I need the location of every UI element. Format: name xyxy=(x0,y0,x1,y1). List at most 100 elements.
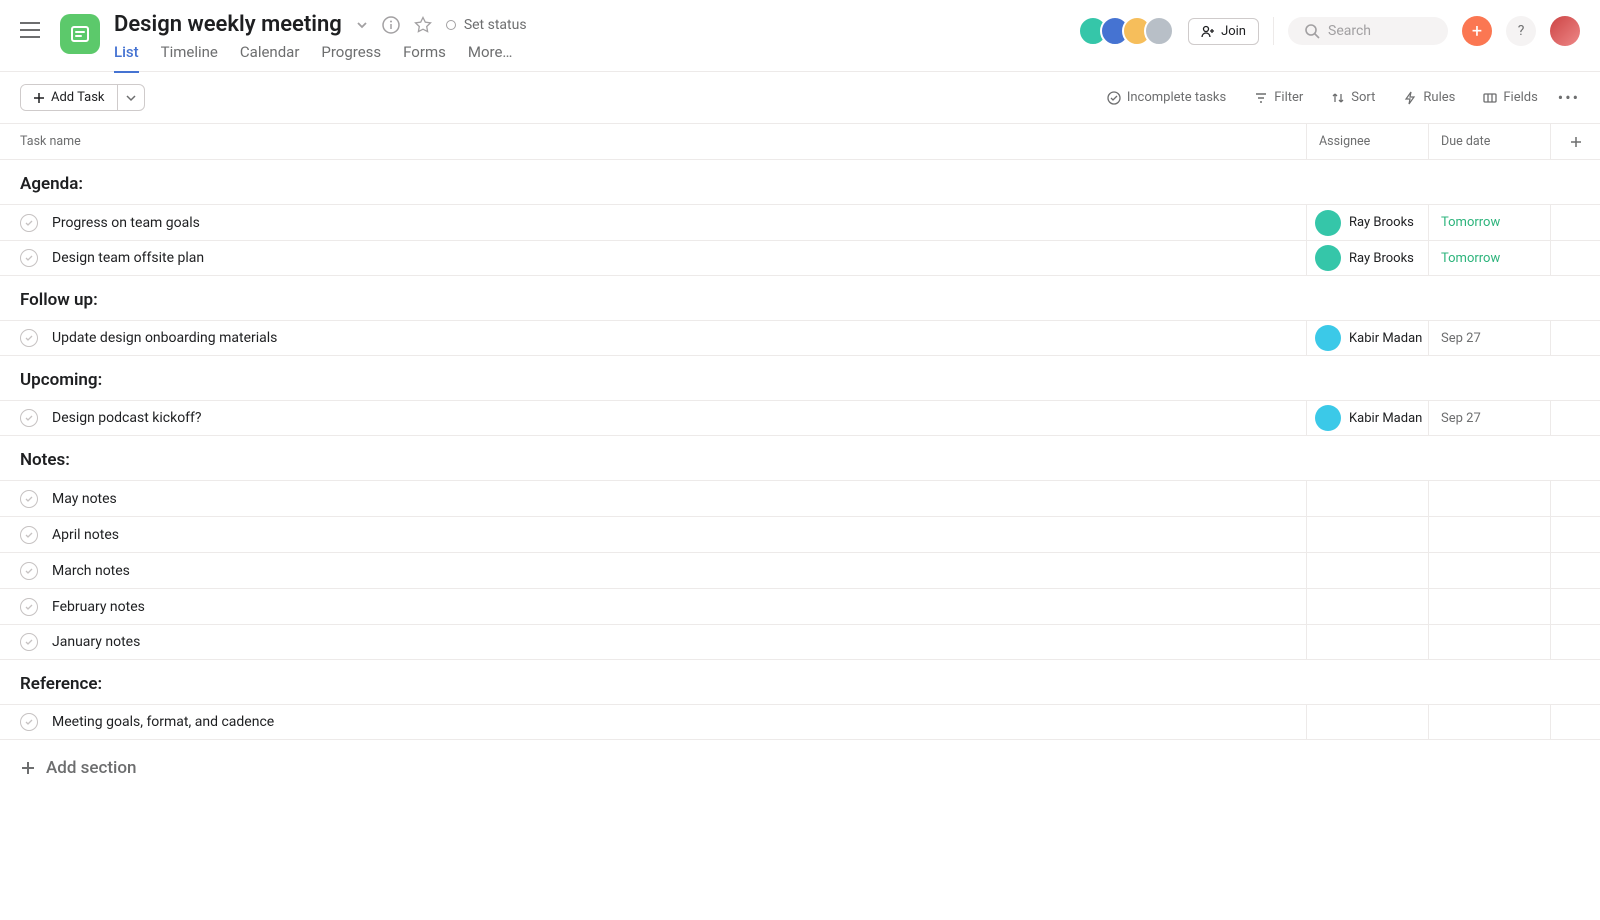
column-header-task[interactable]: Task name xyxy=(0,134,1306,149)
project-title[interactable]: Design weekly meeting xyxy=(114,12,342,37)
complete-checkbox[interactable] xyxy=(20,562,38,580)
complete-checkbox[interactable] xyxy=(20,598,38,616)
add-task-dropdown[interactable] xyxy=(117,85,144,110)
assignee-avatar xyxy=(1315,405,1341,431)
assignee-cell[interactable] xyxy=(1306,589,1428,624)
assignee-name: Ray Brooks xyxy=(1349,251,1414,266)
task-row[interactable]: March notes xyxy=(0,552,1600,588)
assignee-cell[interactable] xyxy=(1306,481,1428,516)
assignee-avatar xyxy=(1315,325,1341,351)
task-row[interactable]: April notes xyxy=(0,516,1600,552)
add-section-label: Add section xyxy=(46,758,137,778)
add-task-button[interactable]: Add Task xyxy=(21,85,117,110)
assignee-avatar xyxy=(1315,210,1341,236)
task-row[interactable]: Design team offsite plan Ray Brooks Tomorr… xyxy=(0,240,1600,276)
assignee-cell[interactable]: Ray Brooks xyxy=(1306,205,1428,240)
column-header-due[interactable]: Due date xyxy=(1428,124,1550,159)
toolbar-incomplete-tasks[interactable]: Incomplete tasks xyxy=(1099,86,1234,109)
due-date-cell[interactable]: Sep 27 xyxy=(1428,321,1550,355)
member-avatar[interactable] xyxy=(1144,16,1174,46)
section-header[interactable]: Notes: xyxy=(0,436,1600,480)
info-icon[interactable] xyxy=(382,16,400,34)
tab-list[interactable]: List xyxy=(114,43,139,73)
tab-forms[interactable]: Forms xyxy=(403,43,446,73)
add-section-button[interactable]: Add section xyxy=(0,740,1600,796)
due-date-cell[interactable] xyxy=(1428,589,1550,624)
hamburger-menu-icon[interactable] xyxy=(20,22,40,42)
complete-checkbox[interactable] xyxy=(20,713,38,731)
member-avatars[interactable] xyxy=(1078,16,1174,46)
task-name: Design podcast kickoff? xyxy=(52,410,202,426)
section-header[interactable]: Reference: xyxy=(0,660,1600,704)
assignee-cell[interactable]: Kabir Madan xyxy=(1306,321,1428,355)
assignee-cell[interactable] xyxy=(1306,553,1428,588)
due-date-cell[interactable]: Sep 27 xyxy=(1428,401,1550,435)
due-date-cell[interactable] xyxy=(1428,517,1550,552)
section-header[interactable]: Upcoming: xyxy=(0,356,1600,400)
complete-checkbox[interactable] xyxy=(20,409,38,427)
assignee-name: Ray Brooks xyxy=(1349,215,1414,230)
tab-more[interactable]: More… xyxy=(468,43,513,73)
help-button[interactable]: ? xyxy=(1506,16,1536,46)
complete-checkbox[interactable] xyxy=(20,526,38,544)
search-icon xyxy=(1304,23,1320,39)
complete-checkbox[interactable] xyxy=(20,490,38,508)
task-name: Design team offsite plan xyxy=(52,250,204,266)
extra-cell xyxy=(1550,705,1600,739)
add-column-button[interactable] xyxy=(1550,124,1600,159)
extra-cell xyxy=(1550,589,1600,624)
due-date-cell[interactable] xyxy=(1428,705,1550,739)
task-name: Update design onboarding materials xyxy=(52,330,277,346)
task-name: Meeting goals, format, and cadence xyxy=(52,714,274,730)
more-icon[interactable]: ••• xyxy=(1558,88,1580,107)
search-placeholder: Search xyxy=(1328,23,1371,39)
due-date-cell[interactable]: Tomorrow xyxy=(1428,241,1550,275)
section-header[interactable]: Follow up: xyxy=(0,276,1600,320)
join-label: Join xyxy=(1221,24,1246,39)
due-date-cell[interactable] xyxy=(1428,625,1550,659)
task-row[interactable]: May notes xyxy=(0,480,1600,516)
due-date-cell[interactable] xyxy=(1428,481,1550,516)
divider xyxy=(1273,17,1274,45)
extra-cell xyxy=(1550,517,1600,552)
tab-calendar[interactable]: Calendar xyxy=(240,43,300,73)
complete-checkbox[interactable] xyxy=(20,249,38,267)
assignee-name: Kabir Madan xyxy=(1349,331,1422,346)
task-row[interactable]: Design podcast kickoff? Kabir Madan Sep 27 xyxy=(0,400,1600,436)
task-name: April notes xyxy=(52,527,119,543)
due-date-cell[interactable]: Tomorrow xyxy=(1428,205,1550,240)
assignee-name: Kabir Madan xyxy=(1349,411,1422,426)
task-row[interactable]: Meeting goals, format, and cadence xyxy=(0,704,1600,740)
search-input[interactable]: Search xyxy=(1288,17,1448,45)
toolbar-fields[interactable]: Fields xyxy=(1475,86,1545,109)
tab-progress[interactable]: Progress xyxy=(321,43,381,73)
chevron-down-icon[interactable] xyxy=(356,19,368,31)
due-date-cell[interactable] xyxy=(1428,553,1550,588)
toolbar-rules[interactable]: Rules xyxy=(1395,86,1463,109)
star-icon[interactable] xyxy=(414,16,432,34)
global-add-button[interactable]: + xyxy=(1462,16,1492,46)
assignee-cell[interactable]: Ray Brooks xyxy=(1306,241,1428,275)
complete-checkbox[interactable] xyxy=(20,329,38,347)
tab-timeline[interactable]: Timeline xyxy=(161,43,218,73)
extra-cell xyxy=(1550,625,1600,659)
task-row[interactable]: Progress on team goals Ray Brooks Tomorrow xyxy=(0,204,1600,240)
assignee-cell[interactable] xyxy=(1306,517,1428,552)
toolbar-filter[interactable]: Filter xyxy=(1246,86,1311,109)
task-row[interactable]: January notes xyxy=(0,624,1600,660)
task-row[interactable]: February notes xyxy=(0,588,1600,624)
section-header[interactable]: Agenda: xyxy=(0,160,1600,204)
user-avatar[interactable] xyxy=(1550,16,1580,46)
extra-cell xyxy=(1550,553,1600,588)
task-name: Progress on team goals xyxy=(52,215,200,231)
task-row[interactable]: Update design onboarding materials Kabir … xyxy=(0,320,1600,356)
set-status-button[interactable]: Set status xyxy=(446,17,527,33)
column-header-assignee[interactable]: Assignee xyxy=(1306,124,1428,159)
complete-checkbox[interactable] xyxy=(20,214,38,232)
join-button[interactable]: Join xyxy=(1188,18,1259,45)
assignee-cell[interactable]: Kabir Madan xyxy=(1306,401,1428,435)
complete-checkbox[interactable] xyxy=(20,633,38,651)
toolbar-sort[interactable]: Sort xyxy=(1323,86,1383,109)
assignee-cell[interactable] xyxy=(1306,625,1428,659)
assignee-cell[interactable] xyxy=(1306,705,1428,739)
